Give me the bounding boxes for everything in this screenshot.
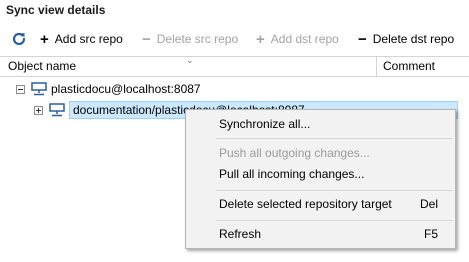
menu-item-shortcut: Del [419,197,438,211]
menu-item-label: Refresh [219,227,262,241]
tree-row-root[interactable]: plasticdocu@localhost:8087 [16,79,201,99]
menu-item-delete-target[interactable]: Delete selected repository target Del [186,193,455,215]
menu-separator [216,190,453,191]
delete-dst-repo-button[interactable]: − Delete dst repo [358,28,454,50]
menu-item-label: Delete selected repository target [219,197,392,211]
toolbar: + Add src repo − Delete src repo + Add d… [0,28,469,50]
refresh-icon [12,32,26,46]
add-src-repo-button[interactable]: + Add src repo [40,28,123,50]
server-icon [49,103,65,117]
menu-item-label: Pull all incoming changes... [219,167,365,181]
menu-item-shortcut: F5 [423,227,438,241]
menu-item-label: Push all outgoing changes... [219,146,370,160]
menu-item-refresh[interactable]: Refresh F5 [186,223,455,245]
minus-icon: − [142,30,151,48]
column-header: Object name ⌄ Comment [0,55,469,77]
menu-item-synchronize-all[interactable]: Synchronize all... [186,113,455,135]
sort-caret-icon: ⌄ [186,55,194,65]
column-comment[interactable]: Comment [377,57,469,76]
expand-icon[interactable] [34,105,43,115]
add-src-repo-label: Add src repo [54,32,123,46]
collapse-icon[interactable] [16,84,25,94]
menu-item-label: Synchronize all... [219,117,311,131]
refresh-button[interactable] [11,28,27,50]
column-comment-label: Comment [383,59,436,73]
menu-item-push-all[interactable]: Push all outgoing changes... [186,142,455,164]
menu-separator [216,220,453,221]
column-object-name-label: Object name [8,59,77,73]
delete-src-repo-label: Delete src repo [156,32,239,46]
menu-separator [216,138,453,139]
delete-dst-repo-label: Delete dst repo [372,32,455,46]
panel-title: Sync view details [6,3,106,17]
server-icon [31,82,47,96]
add-dst-repo-label: Add dst repo [270,32,339,46]
delete-src-repo-button[interactable]: − Delete src repo [142,28,238,50]
minus-icon: − [358,30,367,48]
context-menu: Synchronize all... Push all outgoing cha… [185,109,456,249]
plus-icon: + [256,30,265,48]
menu-item-pull-all[interactable]: Pull all incoming changes... [186,163,455,185]
root-repo-label: plasticdocu@localhost:8087 [51,82,201,96]
plus-icon: + [40,30,49,48]
add-dst-repo-button[interactable]: + Add dst repo [256,28,339,50]
